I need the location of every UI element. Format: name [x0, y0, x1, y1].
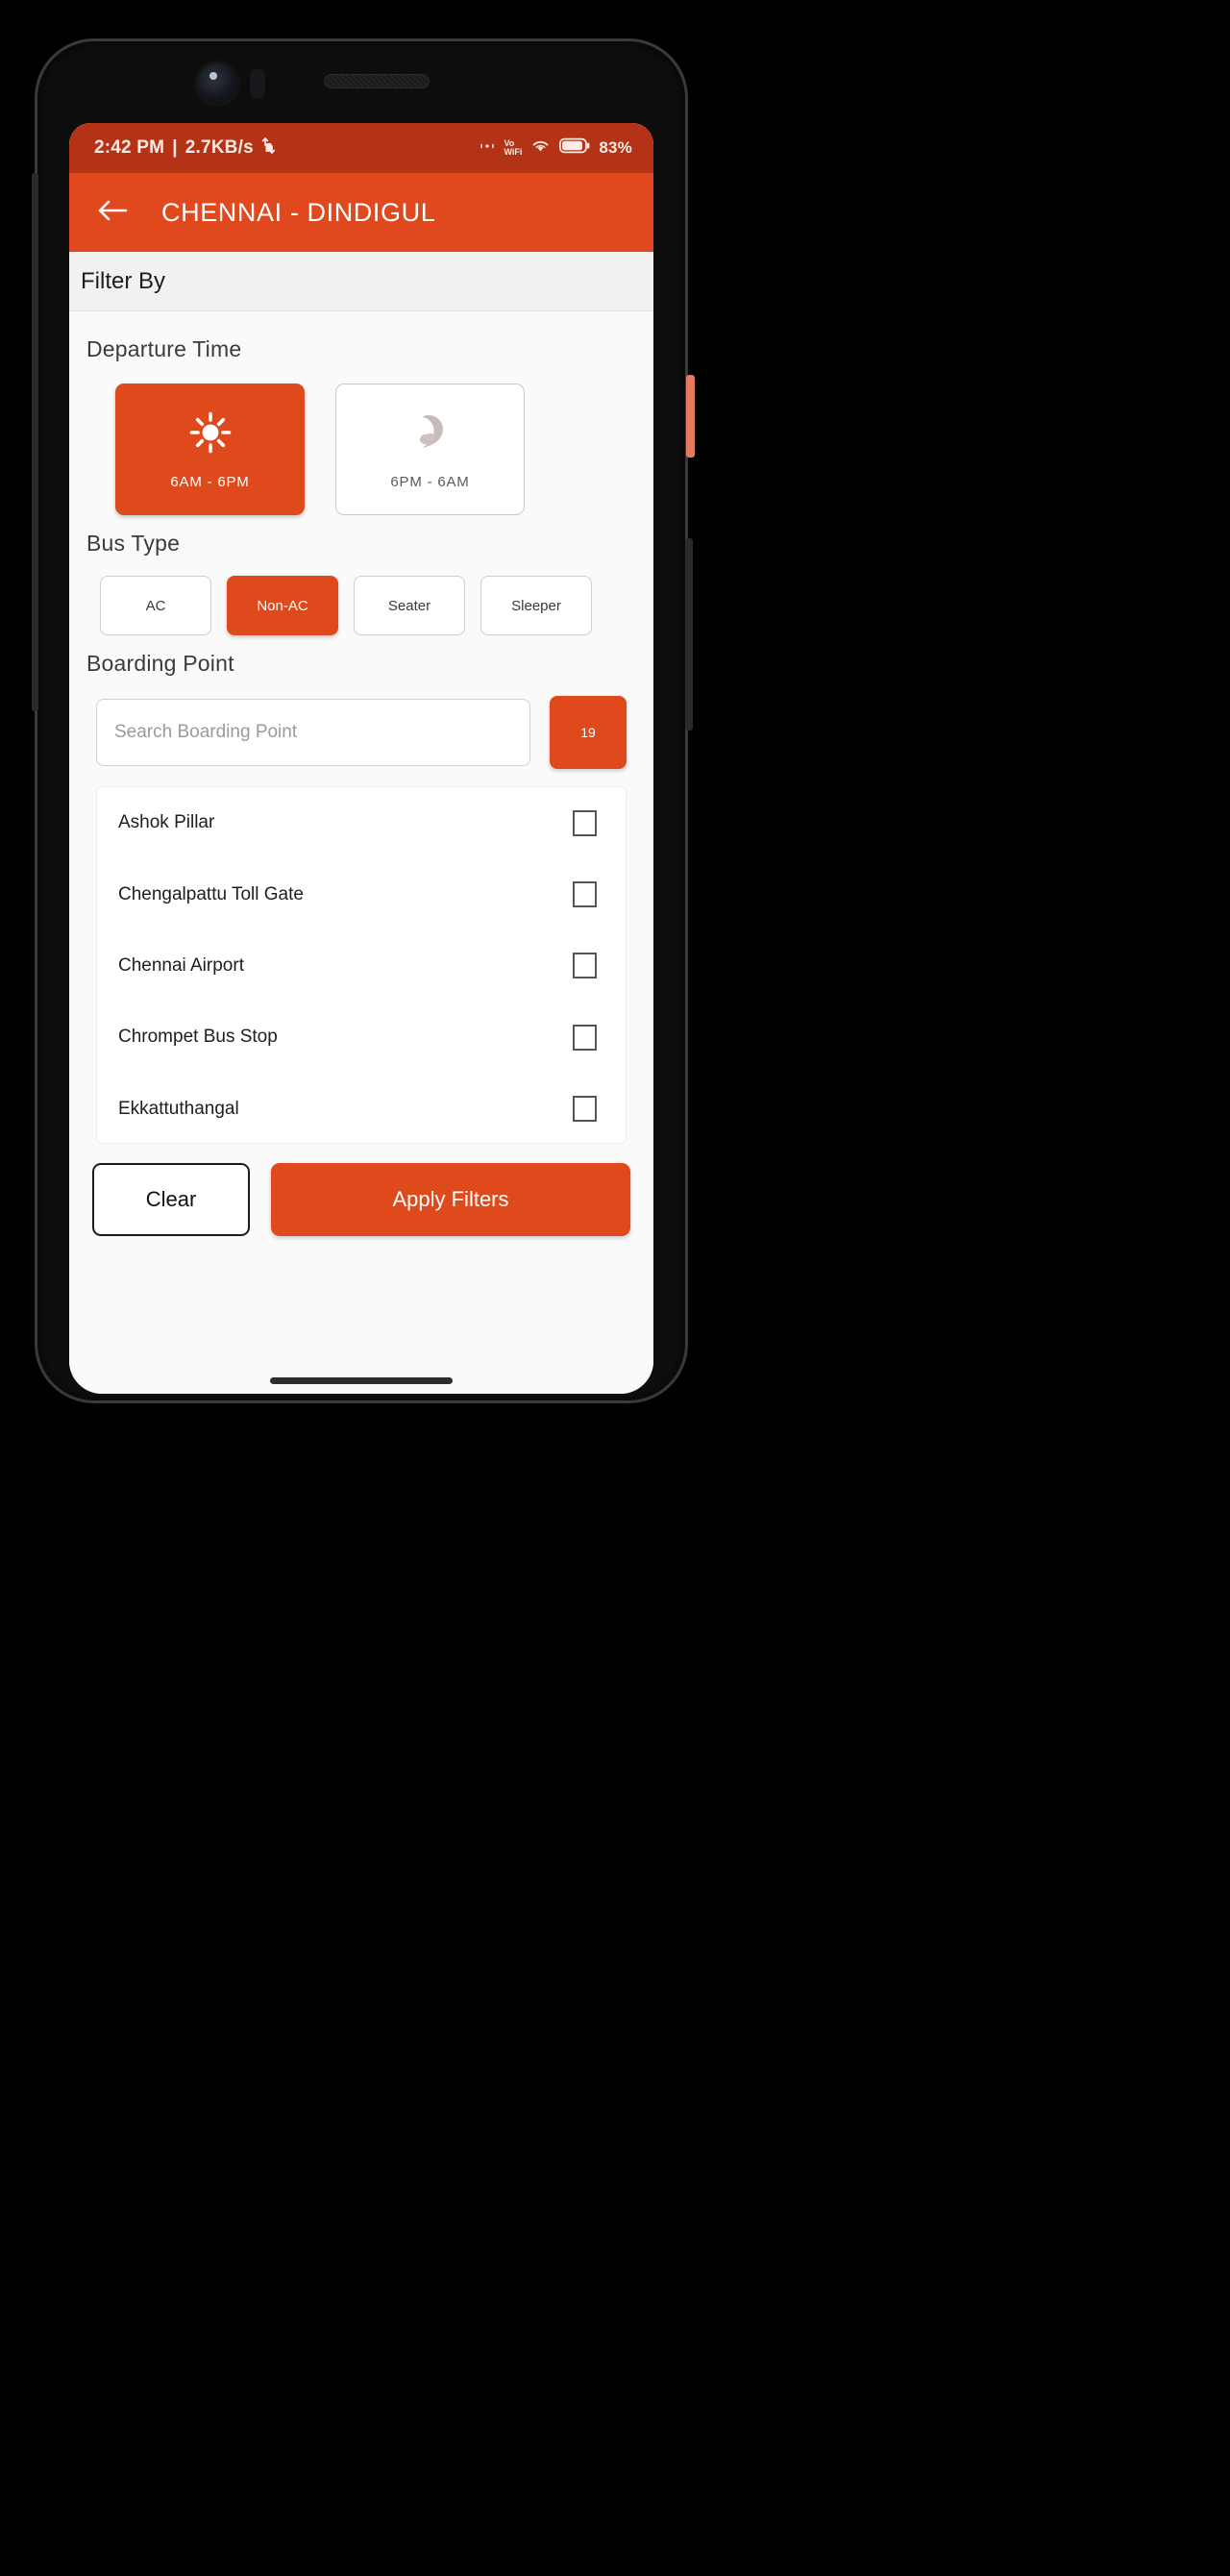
status-bar-separator: |	[172, 137, 178, 158]
wifi-icon	[530, 138, 551, 159]
arrow-left-icon[interactable]	[96, 198, 129, 228]
list-item[interactable]: Chrompet Bus Stop	[97, 1002, 626, 1073]
filter-by-label: Filter By	[81, 267, 166, 294]
camera-lens-glint	[209, 72, 217, 80]
volte-wifi-indicator: Vo WiFi	[504, 137, 523, 158]
volte-label-line2: WiFi	[504, 147, 523, 157]
power-button[interactable]	[686, 375, 695, 458]
search-boarding-point-input[interactable]: Search Boarding Point	[96, 699, 530, 766]
filter-by-bar: Filter By	[69, 252, 653, 311]
cast-icon	[480, 138, 495, 158]
boarding-point-name: Chengalpattu Toll Gate	[118, 883, 304, 904]
moon-icon	[407, 409, 454, 460]
status-bar: 2:42 PM | 2.7KB/s Vo WiFi 83%	[69, 123, 653, 173]
boarding-point-list[interactable]: Ashok Pillar Chengalpattu Toll Gate Chen…	[96, 786, 627, 1144]
app-bar: CHENNAI - DINDIGUL	[69, 173, 653, 252]
boarding-point-name: Chrompet Bus Stop	[118, 1027, 278, 1048]
boarding-point-checkbox[interactable]	[573, 881, 597, 908]
boarding-point-checkbox[interactable]	[573, 953, 597, 979]
status-bar-right: Vo WiFi 83%	[480, 137, 632, 159]
home-indicator[interactable]	[270, 1377, 453, 1384]
boarding-count-badge[interactable]: 19	[550, 696, 627, 769]
bus-type-chip-seater[interactable]: Seater	[354, 576, 465, 635]
boarding-point-heading: Boarding Point	[86, 651, 234, 676]
filter-content: Departure Time 6AM - 6PM 6PM - 6AM Bus T…	[69, 311, 653, 1394]
boarding-point-checkbox[interactable]	[573, 1096, 597, 1123]
filter-actions: Clear Apply Filters	[86, 1163, 636, 1236]
battery-icon	[559, 137, 590, 159]
proximity-sensor-icon	[250, 69, 265, 98]
bus-type-options: AC Non-AC Seater Sleeper	[86, 576, 636, 635]
boarding-point-name: Ashok Pillar	[118, 812, 215, 833]
boarding-point-checkbox[interactable]	[573, 809, 597, 836]
boarding-point-checkbox[interactable]	[573, 1024, 597, 1051]
page-title: CHENNAI - DINDIGUL	[161, 197, 436, 227]
earpiece-speaker	[324, 74, 430, 88]
bus-type-chip-non-ac[interactable]: Non-AC	[227, 576, 338, 635]
bus-type-chip-ac-label: AC	[145, 597, 166, 614]
upload-download-arrows-icon	[261, 136, 276, 161]
bus-type-chip-non-ac-label: Non-AC	[257, 597, 308, 614]
departure-option-night-label: 6PM - 6AM	[390, 473, 470, 490]
list-item[interactable]: Chennai Airport	[97, 930, 626, 1002]
departure-option-day[interactable]: 6AM - 6PM	[115, 384, 305, 515]
boarding-point-name: Ekkattuthangal	[118, 1098, 239, 1119]
front-camera-icon	[197, 63, 237, 104]
bus-type-heading: Bus Type	[86, 531, 181, 556]
clear-button[interactable]: Clear	[92, 1163, 250, 1236]
departure-time-options: 6AM - 6PM 6PM - 6AM	[86, 384, 636, 515]
status-bar-left: 2:42 PM | 2.7KB/s	[94, 136, 276, 161]
departure-option-day-label: 6AM - 6PM	[170, 473, 250, 490]
departure-time-heading: Departure Time	[86, 336, 242, 361]
list-item[interactable]: Ekkattuthangal	[97, 1074, 626, 1143]
battery-percentage: 83%	[599, 138, 632, 157]
list-item[interactable]: Chengalpattu Toll Gate	[97, 858, 626, 929]
list-item[interactable]: Ashok Pillar	[97, 787, 626, 858]
bus-type-chip-ac[interactable]: AC	[100, 576, 211, 635]
bus-type-chip-sleeper[interactable]: Sleeper	[480, 576, 592, 635]
bus-type-chip-seater-label: Seater	[387, 597, 431, 614]
home-indicator-area	[69, 1377, 653, 1384]
boarding-point-name: Chennai Airport	[118, 954, 244, 976]
departure-option-night[interactable]: 6PM - 6AM	[335, 384, 525, 515]
phone-notch-area	[67, 58, 655, 127]
status-bar-network-speed: 2.7KB/s	[184, 137, 254, 158]
phone-screen: 2:42 PM | 2.7KB/s Vo WiFi 83% CHENNAI - …	[69, 123, 653, 1394]
bus-type-chip-sleeper-label: Sleeper	[511, 597, 561, 614]
boarding-search-row: Search Boarding Point 19	[86, 696, 636, 769]
volume-button[interactable]	[685, 538, 693, 731]
phone-left-edge	[32, 173, 38, 711]
volte-label-line1: Vo	[504, 137, 515, 148]
apply-filters-button[interactable]: Apply Filters	[271, 1163, 630, 1236]
sun-icon	[187, 409, 234, 460]
status-bar-time: 2:42 PM	[94, 137, 165, 158]
